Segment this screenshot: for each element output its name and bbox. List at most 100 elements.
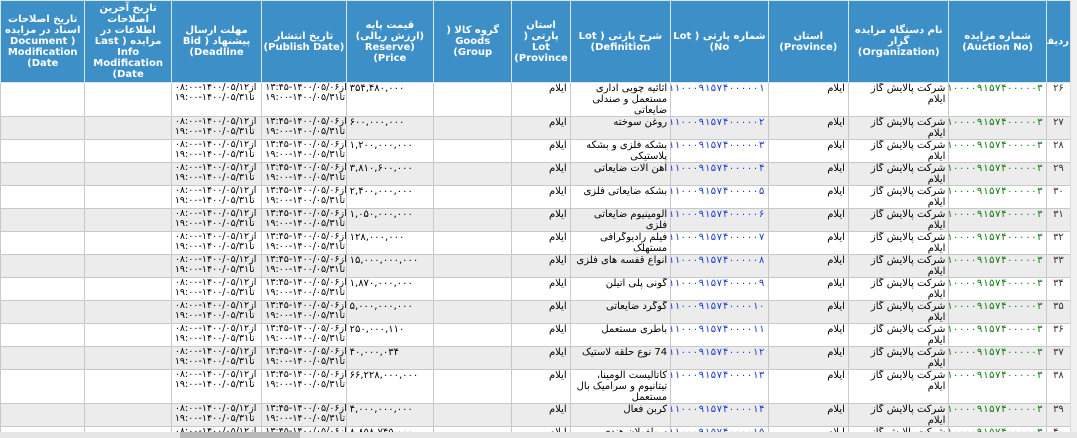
- auction-no-link[interactable]: ۱۰۰۰۰۹۱۵۷۴۰۰۰۰۰۳: [948, 369, 1047, 404]
- header-auction-no[interactable]: شماره مزایده (Auction No): [948, 0, 1047, 83]
- document-modification-cell: [0, 323, 86, 347]
- auction-no-link[interactable]: ۱۰۰۰۰۹۱۵۷۴۰۰۰۰۰۳: [948, 277, 1047, 301]
- auction-no-link[interactable]: ۱۰۰۰۰۹۱۵۷۴۰۰۰۰۰۳: [948, 346, 1047, 370]
- auction-no-link[interactable]: ۱۰۰۰۰۹۱۵۷۴۰۰۰۰۰۳: [948, 162, 1047, 186]
- document-modification-cell: [0, 300, 86, 324]
- lot-province-cell: ایلام: [511, 254, 571, 278]
- row-number-cell: ۳۳: [1045, 254, 1072, 278]
- auction-no-link[interactable]: ۱۰۰۰۰۹۱۵۷۴۰۰۰۰۰۳: [948, 231, 1047, 255]
- header-document-modification[interactable]: تاریخ اصلاحات اسناد در مزایده ( Document…: [0, 0, 86, 83]
- table-row[interactable]: ۳۴ ۱۰۰۰۰۹۱۵۷۴۰۰۰۰۰۳ شرکت پالایش گاز ایلام ا…: [0, 277, 1072, 301]
- table-body: ۲۶ ۱۰۰۰۰۹۱۵۷۴۰۰۰۰۰۳ شرکت پالایش گاز ایلام ا…: [0, 82, 1072, 438]
- bid-deadline-cell: از۱۴۰۰/۰۵/۱۲-۰۸:۰۰تا۱۴۰۰/۰۵/۳۱-۱۹:۰۰: [170, 185, 263, 209]
- publish-date-cell: از۱۴۰۰/۰۵/۰۶-۱۳:۴۵تا۱۴۰۰/۰۵/۳۱-۱۹:۰۰: [261, 208, 347, 232]
- header-goods-group[interactable]: گروه کالا ( Goods Group): [433, 0, 513, 83]
- table-row[interactable]: ۳۸ ۱۰۰۰۰۹۱۵۷۴۰۰۰۰۰۳ شرکت پالایش گاز ایلام ا…: [0, 369, 1072, 404]
- lot-definition-cell: بشکه فلزی و بشکه پلاستیکی: [569, 139, 672, 163]
- auction-no-link[interactable]: ۱۰۰۰۰۹۱۵۷۴۰۰۰۰۰۳: [948, 300, 1047, 324]
- last-info-modification-cell: [84, 231, 172, 255]
- province-cell: ایلام: [767, 254, 849, 278]
- lot-province-cell: ایلام: [511, 231, 571, 255]
- table-row[interactable]: ۳۳ ۱۰۰۰۰۹۱۵۷۴۰۰۰۰۰۳ شرکت پالایش گاز ایلام ا…: [0, 254, 1072, 278]
- table-row[interactable]: ۳۵ ۱۰۰۰۰۹۱۵۷۴۰۰۰۰۰۳ شرکت پالایش گاز ایلام ا…: [0, 300, 1072, 324]
- goods-group-cell: [433, 346, 513, 370]
- bid-deadline-cell-to: تا۱۴۰۰/۰۵/۳۱-۱۹:۰۰: [174, 264, 255, 275]
- auction-no-link[interactable]: ۱۰۰۰۰۹۱۵۷۴۰۰۰۰۰۳: [948, 208, 1047, 232]
- auction-no-link[interactable]: ۱۰۰۰۰۹۱۵۷۴۰۰۰۰۰۳: [948, 254, 1047, 278]
- lot-no-link[interactable]: ۱۱۰۰۰۹۱۵۷۴۰۰۰۰۱۱: [670, 323, 769, 347]
- province-cell: ایلام: [767, 208, 849, 232]
- auction-no-link[interactable]: ۱۰۰۰۰۹۱۵۷۴۰۰۰۰۰۳: [948, 82, 1047, 117]
- table-row[interactable]: ۲۶ ۱۰۰۰۰۹۱۵۷۴۰۰۰۰۰۳ شرکت پالایش گاز ایلام ا…: [0, 82, 1072, 117]
- row-number-cell: ۳۱: [1045, 208, 1072, 232]
- header-organization[interactable]: نام دستگاه مزایده گزار (Organization): [847, 0, 950, 83]
- table-row[interactable]: ۳۹ ۱۰۰۰۰۹۱۵۷۴۰۰۰۰۰۳ شرکت پالایش گاز ایلام ا…: [0, 403, 1072, 427]
- row-number-cell: ۳۰: [1045, 185, 1072, 209]
- row-number-cell: ۳۸: [1045, 369, 1072, 404]
- organization-cell: شرکت پالایش گاز ایلام: [847, 116, 950, 140]
- lot-no-link[interactable]: ۱۱۰۰۰۹۱۵۷۴۰۰۰۰۱۲: [670, 346, 769, 370]
- lot-no-link[interactable]: ۱۱۰۰۰۹۱۵۷۴۰۰۰۰۱۴: [670, 403, 769, 427]
- table-row[interactable]: ۲۸ ۱۰۰۰۰۹۱۵۷۴۰۰۰۰۰۳ شرکت پالایش گاز ایلام ا…: [0, 139, 1072, 163]
- goods-group-cell: [433, 139, 513, 163]
- lot-province-cell: ایلام: [511, 277, 571, 301]
- last-info-modification-cell: [84, 369, 172, 404]
- document-modification-cell: [0, 403, 86, 427]
- auction-no-link[interactable]: ۱۰۰۰۰۹۱۵۷۴۰۰۰۰۰۳: [948, 185, 1047, 209]
- vertical-scrollbar[interactable]: [1070, 0, 1077, 432]
- table-row[interactable]: ۳۷ ۱۰۰۰۰۹۱۵۷۴۰۰۰۰۰۳ شرکت پالایش گاز ایلام ا…: [0, 346, 1072, 370]
- header-last-info-modification[interactable]: تاریخ آخرین اصلاحات اطلاعات در مزایده ( …: [84, 0, 172, 83]
- lot-definition-cell: کربن فعال: [569, 403, 672, 427]
- header-bid-deadline[interactable]: مهلت ارسال پیشنهاد ( Bid Deadline): [170, 0, 263, 83]
- lot-no-link[interactable]: ۱۱۰۰۰۹۱۵۷۴۰۰۰۰۰۵: [670, 185, 769, 209]
- lot-no-link[interactable]: ۱۱۰۰۰۹۱۵۷۴۰۰۰۰۰۷: [670, 231, 769, 255]
- header-lot-no[interactable]: شماره پارتی ( Lot No): [670, 0, 769, 83]
- auction-no-link[interactable]: ۱۰۰۰۰۹۱۵۷۴۰۰۰۰۰۳: [948, 403, 1047, 427]
- lot-definition-cell: کاتالیست آلومینا، تیتانیوم و سرامیک بال …: [569, 369, 672, 404]
- header-reserve-price[interactable]: قیمت پایه (ارزش ریالی) (Reserve Price): [345, 0, 435, 83]
- lot-no-link[interactable]: ۱۱۰۰۰۹۱۵۷۴۰۰۰۰۰۸: [670, 254, 769, 278]
- auction-no-link[interactable]: ۱۰۰۰۰۹۱۵۷۴۰۰۰۰۰۳: [948, 116, 1047, 140]
- table-row[interactable]: ۳۰ ۱۰۰۰۰۹۱۵۷۴۰۰۰۰۰۳ شرکت پالایش گاز ایلام ا…: [0, 185, 1072, 209]
- lot-no-link[interactable]: ۱۱۰۰۰۹۱۵۷۴۰۰۰۰۱۰: [670, 300, 769, 324]
- table-row[interactable]: ۲۹ ۱۰۰۰۰۹۱۵۷۴۰۰۰۰۰۳ شرکت پالایش گاز ایلام ا…: [0, 162, 1072, 186]
- bid-deadline-cell: از۱۴۰۰/۰۵/۱۲-۰۸:۰۰تا۱۴۰۰/۰۵/۳۱-۱۹:۰۰: [170, 300, 263, 324]
- document-modification-cell: [0, 346, 86, 370]
- last-info-modification-cell: [84, 139, 172, 163]
- lot-no-link[interactable]: ۱۱۰۰۰۹۱۵۷۴۰۰۰۰۰۶: [670, 208, 769, 232]
- header-province[interactable]: استان (Province): [767, 0, 849, 83]
- document-modification-cell: [0, 162, 86, 186]
- lot-no-link[interactable]: ۱۱۰۰۰۹۱۵۷۴۰۰۰۰۰۱: [670, 82, 769, 117]
- goods-group-cell: [433, 254, 513, 278]
- auction-no-link[interactable]: ۱۰۰۰۰۹۱۵۷۴۰۰۰۰۰۳: [948, 323, 1047, 347]
- header-row-number[interactable]: ردیف: [1045, 0, 1072, 83]
- bid-deadline-cell: از۱۴۰۰/۰۵/۱۲-۰۸:۰۰تا۱۴۰۰/۰۵/۳۱-۱۹:۰۰: [170, 403, 263, 427]
- scrollbar-thumb[interactable]: [180, 432, 300, 438]
- row-number-cell: ۳۹: [1045, 403, 1072, 427]
- document-modification-cell: [0, 254, 86, 278]
- header-lot-province[interactable]: استان پارتی ( Lot Province): [511, 0, 571, 83]
- bid-deadline-cell: از۱۴۰۰/۰۵/۱۲-۰۸:۰۰تا۱۴۰۰/۰۵/۳۱-۱۹:۰۰: [170, 162, 263, 186]
- table-row[interactable]: ۳۱ ۱۰۰۰۰۹۱۵۷۴۰۰۰۰۰۳ شرکت پالایش گاز ایلام ا…: [0, 208, 1072, 232]
- table-row[interactable]: ۳۲ ۱۰۰۰۰۹۱۵۷۴۰۰۰۰۰۳ شرکت پالایش گاز ایلام ا…: [0, 231, 1072, 255]
- publish-date-cell-to: تا۱۴۰۰/۰۵/۳۱-۱۹:۰۰: [265, 413, 346, 424]
- lot-no-link[interactable]: ۱۱۰۰۰۹۱۵۷۴۰۰۰۰۰۹: [670, 277, 769, 301]
- lot-definition-cell: فیلم رادیوگرافی مستهلک: [569, 231, 672, 255]
- lot-no-link[interactable]: ۱۱۰۰۰۹۱۵۷۴۰۰۰۰۰۳: [670, 139, 769, 163]
- lot-no-link[interactable]: ۱۱۰۰۰۹۱۵۷۴۰۰۰۰۱۳: [670, 369, 769, 404]
- table-row[interactable]: ۲۷ ۱۰۰۰۰۹۱۵۷۴۰۰۰۰۰۳ شرکت پالایش گاز ایلام ا…: [0, 116, 1072, 140]
- organization-cell: شرکت پالایش گاز ایلام: [847, 162, 950, 186]
- lot-no-link[interactable]: ۱۱۰۰۰۹۱۵۷۴۰۰۰۰۰۲: [670, 116, 769, 140]
- auction-no-link[interactable]: ۱۰۰۰۰۹۱۵۷۴۰۰۰۰۰۳: [948, 139, 1047, 163]
- province-cell: ایلام: [767, 323, 849, 347]
- publish-date-cell-to: تا۱۴۰۰/۰۵/۳۱-۱۹:۰۰: [265, 241, 346, 252]
- reserve-price-cell: ۶۰۰,۰۰۰,۰۰۰: [345, 116, 435, 140]
- header-publish-date[interactable]: تاریخ انتشار (Publish Date): [261, 0, 347, 83]
- document-modification-cell: [0, 139, 86, 163]
- horizontal-scrollbar[interactable]: [0, 432, 1077, 438]
- last-info-modification-cell: [84, 277, 172, 301]
- lot-province-cell: ایلام: [511, 116, 571, 140]
- header-lot-definition[interactable]: شرح پارتی ( Lot Definition): [569, 0, 672, 83]
- lot-no-link[interactable]: ۱۱۰۰۰۹۱۵۷۴۰۰۰۰۰۴: [670, 162, 769, 186]
- table-row[interactable]: ۳۶ ۱۰۰۰۰۹۱۵۷۴۰۰۰۰۰۳ شرکت پالایش گاز ایلام ا…: [0, 323, 1072, 347]
